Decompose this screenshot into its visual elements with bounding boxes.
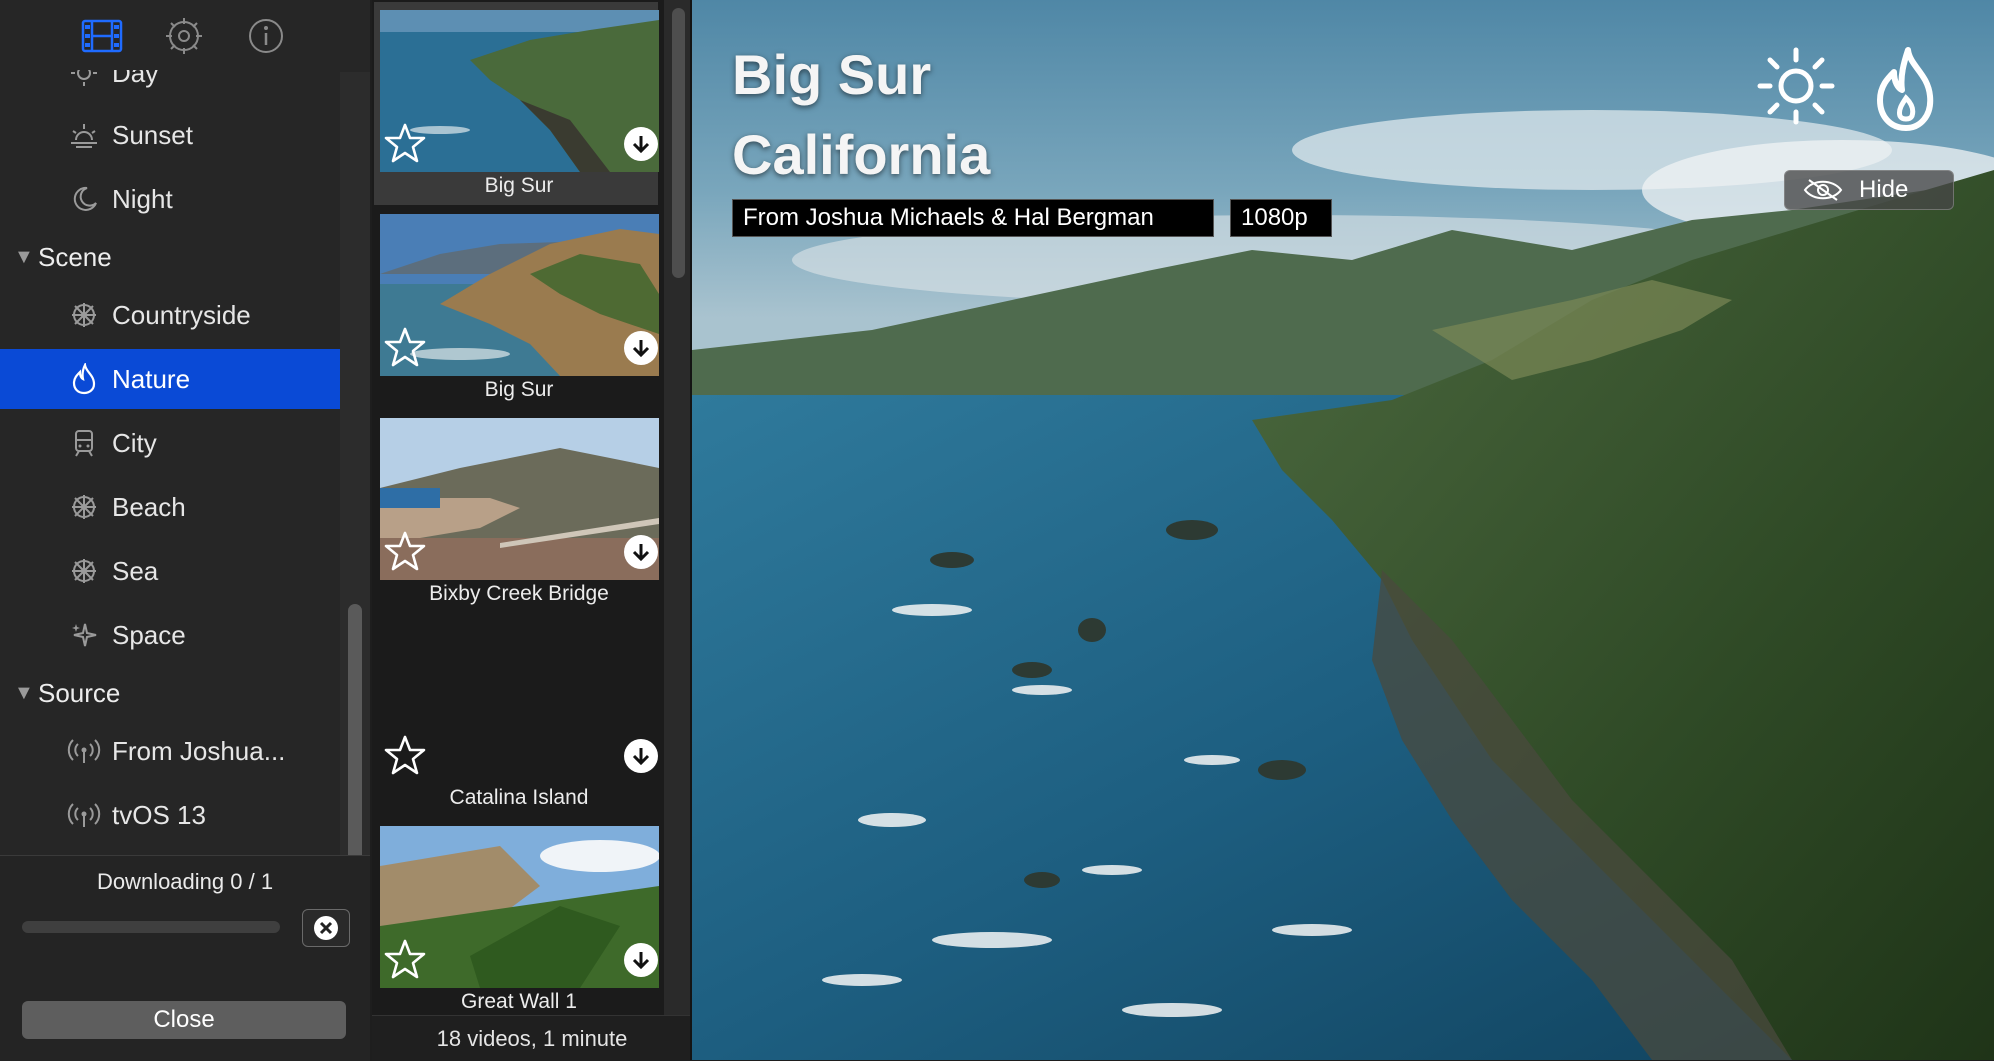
- sidebar-item-label: Sunset: [112, 119, 193, 150]
- moon-icon: [64, 179, 104, 219]
- sidebar-item-sunset[interactable]: Sunset: [0, 105, 340, 165]
- flame-icon: [64, 359, 104, 399]
- sidebar-item-label: Space: [112, 619, 186, 650]
- sidebar-scrollbar[interactable]: [340, 72, 370, 886]
- sidebar-item-label: Source: [38, 677, 121, 708]
- thumbnail-scrollbar[interactable]: [664, 0, 692, 1015]
- video-thumbnail[interactable]: Catalina Island: [374, 614, 658, 817]
- download-icon[interactable]: [624, 739, 658, 773]
- gear-icon: [166, 18, 202, 54]
- video-thumbnail[interactable]: Big Sur: [374, 2, 659, 205]
- sidebar-item-label: Beach: [112, 491, 186, 522]
- sunset-icon: [64, 115, 104, 155]
- video-count: 18 videos, 1 minute: [436, 1026, 628, 1051]
- sidebar-item-label: Sea: [112, 555, 159, 586]
- sidebar-item-night[interactable]: Night: [0, 169, 340, 229]
- thumbnail-footer: 18 videos, 1 minute: [372, 1015, 692, 1061]
- sidebar-item-countryside[interactable]: Countryside: [0, 285, 340, 345]
- broadcast-icon: [64, 731, 104, 771]
- thumbnail-title: Bixby Creek Bridge: [429, 582, 609, 605]
- sidebar-item-label: From Joshua...: [112, 735, 286, 766]
- videos-tab[interactable]: [80, 14, 124, 58]
- sidebar-item-from-joshua[interactable]: From Joshua...: [0, 721, 340, 781]
- settings-tab[interactable]: [162, 14, 206, 58]
- download-panel: Downloading 0 / 1 Close: [0, 855, 370, 1061]
- wheel-icon: [64, 487, 104, 527]
- sidebar-item-label: tvOS 13: [112, 799, 206, 830]
- wheel-icon: [64, 295, 104, 335]
- download-icon[interactable]: [624, 127, 658, 161]
- video-thumbnail[interactable]: Bixby Creek Bridge: [374, 410, 659, 613]
- download-icon[interactable]: [624, 331, 658, 365]
- video-title: Big Sur: [732, 43, 932, 106]
- brightness-button[interactable]: [1754, 44, 1838, 128]
- flame-icon: [1877, 47, 1934, 131]
- close-button[interactable]: Close: [22, 1001, 346, 1039]
- sidebar-item-label: Night: [112, 183, 173, 214]
- sun-icon: [64, 70, 104, 93]
- sidebar-item-label: Day: [112, 70, 159, 88]
- hide-overlay-button[interactable]: Hide: [1784, 170, 1954, 210]
- favorite-star-icon[interactable]: [384, 938, 426, 980]
- tram-icon: [64, 423, 104, 463]
- download-icon[interactable]: [624, 535, 658, 569]
- sidebar-scroll-thumb[interactable]: [348, 604, 362, 886]
- info-tab[interactable]: [244, 14, 288, 58]
- video-thumbnail[interactable]: Big Sur: [374, 206, 659, 409]
- sidebar-item-nature[interactable]: Nature: [0, 349, 340, 409]
- thumbnail-title: Big Sur: [484, 378, 554, 401]
- sidebar-item-city[interactable]: City: [0, 413, 340, 473]
- favorite-star-icon[interactable]: [384, 122, 426, 164]
- wheel-icon: [64, 551, 104, 591]
- category-list: Day Sunset Night ▼ Scene Countryside Nature Cit…: [0, 70, 340, 855]
- sidebar-item-label: City: [112, 427, 157, 458]
- film-icon: [81, 19, 123, 53]
- info-icon: [249, 19, 283, 53]
- broadcast-icon: [64, 795, 104, 835]
- sidebar-group-scene[interactable]: ▼ Scene: [0, 227, 340, 287]
- sidebar-item-label: Countryside: [112, 299, 251, 330]
- video-preview[interactable]: Big Sur California From Joshua Michaels …: [692, 0, 1994, 1060]
- download-progress-bar: [22, 921, 280, 933]
- sidebar: Day Sunset Night ▼ Scene Countryside Nature Cit…: [0, 0, 370, 1061]
- favorite-star-icon[interactable]: [384, 734, 426, 776]
- favorite-star-icon[interactable]: [384, 326, 426, 368]
- credit-badge: From Joshua Michaels & Hal Bergman: [732, 199, 1214, 237]
- video-location: California: [732, 123, 991, 186]
- video-thumbnail-list: Big Sur Big Sur Bixby Creek Bridge Catalina…: [372, 0, 692, 1061]
- thumbnail-title: Big Sur: [484, 174, 554, 197]
- sidebar-group-source[interactable]: ▼ Source: [0, 663, 340, 723]
- download-status: Downloading 0 / 1: [96, 869, 274, 894]
- sidebar-toolbar: [0, 0, 370, 70]
- thumbnail-title: Great Wall 1: [461, 990, 577, 1013]
- disclosure-triangle-icon[interactable]: ▼: [14, 246, 34, 269]
- sidebar-item-beach[interactable]: Beach: [0, 477, 340, 537]
- cancel-download-button[interactable]: [302, 909, 350, 947]
- sidebar-item-tvos-13[interactable]: tvOS 13: [0, 785, 340, 845]
- sidebar-item-day[interactable]: Day: [0, 70, 340, 103]
- sidebar-item-label: Nature: [112, 363, 191, 394]
- sidebar-item-sea[interactable]: Sea: [0, 541, 340, 601]
- nature-filter-button[interactable]: [1864, 44, 1948, 134]
- close-circle-icon: [314, 916, 338, 940]
- sparkle-icon: [64, 615, 104, 655]
- eye-slash-icon: [1803, 179, 1843, 201]
- sidebar-item-label: Scene: [38, 241, 112, 272]
- thumbnail-title: Catalina Island: [449, 786, 589, 809]
- thumbnail-scroll-thumb[interactable]: [672, 8, 685, 278]
- video-thumbnail[interactable]: Great Wall 1: [374, 818, 659, 1021]
- disclosure-triangle-icon[interactable]: ▼: [14, 682, 34, 705]
- favorite-star-icon[interactable]: [384, 530, 426, 572]
- download-icon[interactable]: [624, 943, 658, 977]
- hide-label: Hide: [1859, 176, 1909, 203]
- sidebar-item-space[interactable]: Space: [0, 605, 340, 665]
- resolution-badge: 1080p: [1230, 199, 1332, 237]
- sun-icon: [1757, 47, 1835, 125]
